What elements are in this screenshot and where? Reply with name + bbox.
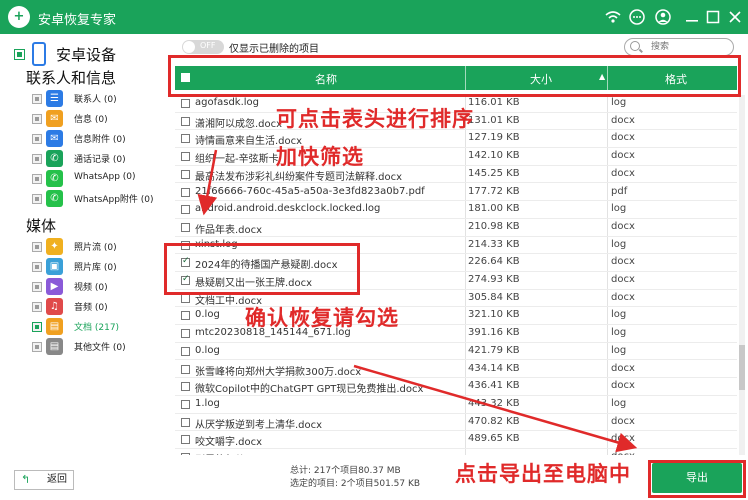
- arrow-to-table: [197, 149, 218, 216]
- annotation-arrows: [197, 149, 638, 453]
- arrow-to-export: [353, 364, 638, 453]
